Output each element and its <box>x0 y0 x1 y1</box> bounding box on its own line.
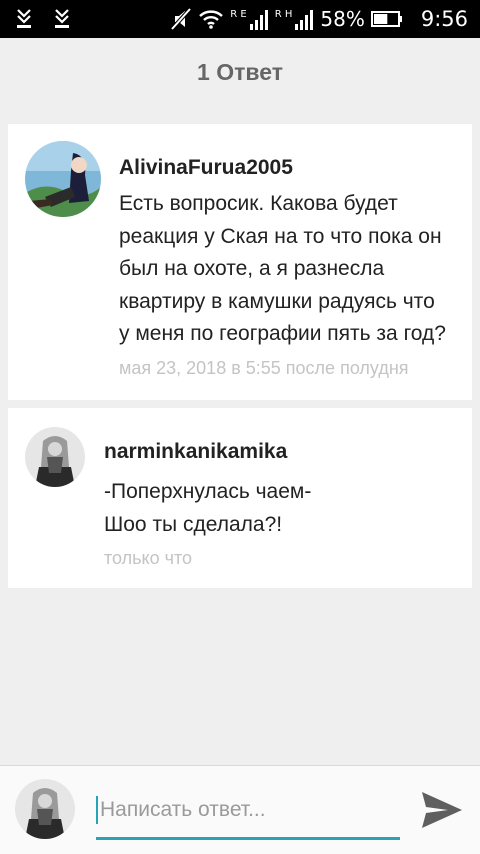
status-bar: R E R H 58% 9:56 <box>0 0 480 38</box>
comment-author[interactable]: narminkanikamika <box>104 440 287 464</box>
page-title: 1 Ответ <box>197 59 283 85</box>
mute-icon <box>170 7 192 31</box>
comment-text: -Поперхнулась чаем- Шоо ты сделала?! <box>104 480 312 536</box>
download-icon <box>54 8 70 30</box>
network-label: R E <box>230 9 247 20</box>
avatar[interactable] <box>25 427 85 487</box>
send-button[interactable] <box>418 788 464 832</box>
signal-icon <box>294 8 314 30</box>
clock: 9:56 <box>420 7 468 31</box>
send-icon <box>422 792 462 828</box>
battery-icon <box>370 10 403 28</box>
avatar[interactable] <box>25 141 101 217</box>
battery-percent: 58% <box>320 7 365 31</box>
text-cursor <box>96 796 98 824</box>
wifi-icon <box>198 9 224 29</box>
comment-author[interactable]: AlivinaFurua2005 <box>119 156 293 180</box>
reply-bar: Написать ответ... <box>0 765 480 854</box>
avatar <box>15 779 75 839</box>
reply-placeholder: Написать ответ... <box>100 798 266 821</box>
reply-input[interactable]: Написать ответ... <box>96 794 400 840</box>
download-icon <box>16 8 32 30</box>
comment-text: Есть вопросик. Какова будет реакция у Ск… <box>119 192 446 345</box>
comment-card: AlivinaFurua2005 Есть вопросик. Какова б… <box>8 124 472 400</box>
network-label: R H <box>274 9 293 20</box>
comment-card: narminkanikamika -Поперхнулась чаем- Шоо… <box>8 408 472 588</box>
signal-icon <box>249 8 269 30</box>
comment-timestamp: мая 23, 2018 в 5:55 после полудня <box>119 358 409 378</box>
comment-timestamp: только что <box>104 548 193 568</box>
